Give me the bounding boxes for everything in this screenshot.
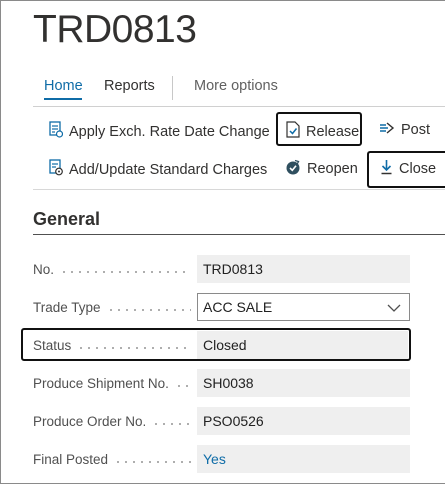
trade-type-value: ACC SALE [203,299,273,315]
produce-shipment-label-text: Produce Shipment No. [33,376,169,391]
apply-exch-rate-label: Apply Exch. Rate Date Change [69,123,270,140]
apply-exch-rate-date-change-button[interactable]: Apply Exch. Rate Date Change [49,121,270,142]
reopen-label: Reopen [307,161,358,177]
field-label-no: No. [33,262,191,277]
no-label-text: No. [33,262,55,277]
tabs-divider [33,106,445,107]
field-label-status: Status [33,338,191,353]
post-button[interactable]: Post [379,121,430,139]
reopen-button[interactable]: Reopen [285,159,358,179]
leader-dots [114,460,191,463]
tab-separator [172,76,173,100]
final-posted-field[interactable]: Yes [197,445,410,473]
download-arrow-icon [380,159,393,179]
actions-divider [33,189,445,190]
tab-reports[interactable]: Reports [104,78,155,94]
leader-dots [106,308,191,311]
leader-dots [174,384,191,387]
reopen-icon [285,159,301,179]
status-label-text: Status [33,338,72,353]
post-icon [379,121,395,139]
produce-order-label-text: Produce Order No. [33,414,147,429]
active-tab-indicator [44,98,82,100]
leader-dots [77,346,191,349]
trade-type-label-text: Trade Type [33,300,101,315]
produce-order-no-field[interactable]: PSO0526 [197,407,410,435]
document-gear-icon [49,159,63,180]
final-posted-label-text: Final Posted [33,452,109,467]
close-label: Close [399,161,437,177]
leader-dots [152,422,191,425]
add-update-charges-label: Add/Update Standard Charges [69,161,268,178]
status-field[interactable]: Closed [197,331,408,359]
release-document-icon [286,121,300,142]
tab-home[interactable]: Home [44,78,83,94]
field-label-produce-order-no: Produce Order No. [33,414,191,429]
section-title-general[interactable]: General [33,209,100,230]
trade-type-select[interactable]: ACC SALE [197,293,410,321]
release-button[interactable]: Release [286,121,359,142]
chevron-down-icon [387,301,401,317]
document-edit-icon [49,121,64,142]
close-button[interactable]: Close [380,159,436,179]
tab-more-options[interactable]: More options [194,78,278,94]
leader-dots [60,270,191,273]
field-label-final-posted: Final Posted [33,452,191,467]
field-label-trade-type: Trade Type [33,300,191,315]
section-underline [33,234,445,235]
field-label-produce-shipment-no: Produce Shipment No. [33,376,191,391]
release-label: Release [306,123,360,140]
page-title: TRD0813 [33,8,197,51]
add-update-standard-charges-button[interactable]: Add/Update Standard Charges [49,159,267,180]
produce-shipment-no-field[interactable]: SH0038 [197,369,410,397]
no-field[interactable]: TRD0813 [197,255,410,283]
post-label: Post [401,122,431,138]
